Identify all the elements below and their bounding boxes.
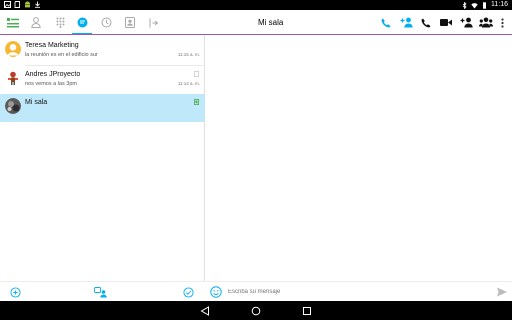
conversation-list-footer: [0, 281, 205, 301]
android-nav-bar: [0, 301, 512, 320]
conversation-time: 11:14 a. m.: [177, 81, 200, 86]
video-icon: [440, 19, 452, 26]
message-input[interactable]: [228, 282, 488, 302]
clock: 11:16: [491, 1, 508, 8]
conversation-item-teresa[interactable]: Teresa Marketing la reunión es en el edi…: [0, 37, 205, 65]
battery-icon: [483, 1, 486, 9]
home-icon: [251, 306, 261, 315]
back-icon: [200, 305, 209, 316]
tab-recent[interactable]: [1, 10, 25, 35]
conversation-list: Teresa Marketing la reunión es en el edi…: [0, 35, 205, 301]
tab-history[interactable]: [94, 10, 118, 35]
status-bar: 11:16: [0, 0, 512, 10]
group-icon: [479, 17, 493, 28]
add-person-icon: [400, 17, 413, 28]
home-button[interactable]: [249, 304, 263, 317]
recent-icon: [7, 17, 19, 27]
add-person-button[interactable]: [396, 10, 416, 35]
tab-contacts[interactable]: [24, 10, 48, 35]
notification-icons: [4, 1, 41, 8]
more-options-button[interactable]: [492, 10, 512, 35]
image-notification-icon: [4, 1, 11, 8]
avatar: [5, 41, 21, 57]
character-avatar-icon: [8, 71, 18, 85]
download-icon: [35, 1, 40, 8]
message-composer: [206, 281, 512, 302]
conversation-preview: nos vemos a las 3pm: [25, 81, 77, 87]
collapse-pane-icon: [149, 18, 159, 27]
mark-read-button[interactable]: [181, 285, 195, 299]
more-vert-icon: [500, 17, 504, 28]
conversation-item-andres[interactable]: Andres JProyecto nos vemos a las 3pm 11:…: [0, 66, 205, 94]
check-circle-icon: [182, 286, 194, 298]
room-photo-avatar-icon: [5, 98, 21, 114]
add-participant-icon: [460, 17, 473, 28]
conversation-item-mi-sala[interactable]: Mi sala: [0, 94, 205, 122]
person-icon: [31, 17, 41, 28]
new-chat-icon: [9, 286, 21, 298]
system-status: 11:16: [461, 0, 508, 10]
recents-button[interactable]: [300, 304, 314, 317]
tab-chats[interactable]: [70, 10, 94, 35]
avatar: [5, 98, 21, 114]
tab-dialpad[interactable]: [48, 10, 72, 35]
collapse-pane-button[interactable]: [142, 10, 166, 35]
contact-card-icon: [125, 17, 135, 28]
wifi-icon: [471, 2, 478, 8]
android-icon: [25, 1, 30, 8]
add-participant-button[interactable]: [456, 10, 476, 35]
group-chat-icon: [94, 286, 107, 297]
call-icon: [381, 18, 391, 27]
dialpad-icon: [56, 17, 64, 28]
pinned-icon: [194, 99, 199, 105]
phone-icon: [421, 18, 431, 27]
chat-area: [206, 35, 512, 301]
group-chat-button[interactable]: [94, 285, 108, 299]
back-button[interactable]: [198, 304, 212, 317]
conversation-time: 11:15 a. m.: [177, 52, 200, 57]
conversation-preview: la reunión es en el edificio sur: [25, 52, 98, 58]
new-chat-button[interactable]: [8, 285, 22, 299]
bookmark-icon: [194, 71, 199, 77]
emoji-icon[interactable]: [210, 286, 222, 298]
recents-icon: [303, 306, 311, 315]
call-button[interactable]: [376, 10, 396, 35]
bluetooth-icon: [462, 1, 467, 9]
chat-bubble-icon: [77, 17, 87, 28]
conversation-name: Teresa Marketing: [25, 42, 79, 49]
conversation-name: Andres JProyecto: [25, 71, 81, 78]
tab-profile[interactable]: [118, 10, 142, 35]
orange-person-avatar-icon: [5, 41, 21, 57]
avatar: [5, 70, 21, 86]
top-toolbar: Mi sala: [0, 10, 512, 35]
send-icon[interactable]: [496, 286, 508, 298]
sd-card-icon: [14, 1, 20, 8]
history-icon: [101, 17, 111, 28]
video-call-button[interactable]: [436, 10, 456, 35]
phone-call-button[interactable]: [416, 10, 436, 35]
conversation-name: Mi sala: [25, 99, 48, 106]
chat-title: Mi sala: [258, 18, 284, 27]
